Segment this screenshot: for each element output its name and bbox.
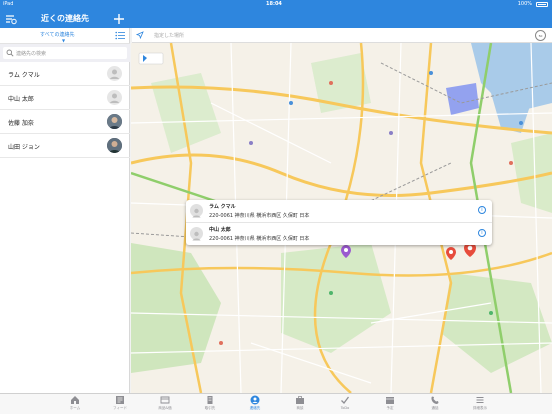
- search-placeholder: 連絡先の検索: [16, 51, 47, 57]
- status-bar: iPad 18:04 100%: [0, 0, 552, 9]
- contact-search-bar: 連絡先の検索: [0, 44, 130, 62]
- account-icon: [207, 396, 213, 404]
- check-icon: [341, 396, 350, 404]
- contacts-sidebar: すべての連絡先 ▼ 連絡先の検索 ラム クマル 中山 太郎 佐藤 加奈 山田 ジ…: [0, 28, 130, 393]
- calendar-icon: [386, 397, 394, 404]
- contact-name: 中山 太郎: [8, 96, 34, 103]
- callout-contact-row[interactable]: 中山 太郎 220-0061 神奈川県 横浜市西区 久保町 日本 i: [186, 222, 492, 244]
- contact-filter-segment[interactable]: すべての連絡先 ▼: [0, 28, 130, 44]
- avatar: [190, 227, 203, 241]
- map-location-search[interactable]: 指定した場所 50 km: [132, 28, 552, 48]
- location-arrow-icon[interactable]: [136, 31, 144, 39]
- contacts-callout: ラム クマル 220-0061 神奈川県 横浜市西区 久保町 日本 i 中山 太…: [186, 200, 492, 245]
- tab-deals[interactable]: 商談: [283, 395, 317, 414]
- callout-contact-name: ラム クマル: [209, 204, 236, 210]
- contact-row[interactable]: 佐藤 加奈: [0, 110, 130, 134]
- page-title: 近くの連絡先: [41, 14, 89, 23]
- home-icon: [71, 396, 79, 404]
- callout-contact-address: 220-0061 神奈川県 横浜市西区 久保町 日本: [209, 213, 310, 219]
- callout-contact-address: 220-0061 神奈川県 横浜市西区 久保町 日本: [209, 236, 310, 242]
- tab-more[interactable]: 詳細表示: [463, 395, 497, 414]
- contact-row[interactable]: 山田 ジョン: [0, 134, 130, 158]
- tab-home[interactable]: ホーム: [58, 395, 92, 414]
- tab-feed[interactable]: フィード: [103, 395, 137, 414]
- avatar: [107, 138, 122, 153]
- info-icon[interactable]: i: [478, 206, 486, 214]
- zoom-radius-badge[interactable]: 50 km: [535, 30, 546, 48]
- contact-name: ラム クマル: [8, 72, 40, 79]
- contact-row[interactable]: ラム クマル: [0, 62, 130, 86]
- more-icon: [476, 397, 484, 403]
- bottom-tab-bar: ホーム フィード 商品&価 取引先 連絡先 商談 ToDo 予定 通話 詳細表示: [0, 393, 552, 414]
- chevron-down-icon: ▼: [62, 38, 66, 43]
- avatar: [107, 90, 122, 105]
- catalog-icon: [160, 396, 170, 404]
- avatar: [190, 204, 203, 218]
- contact-icon: [250, 395, 260, 405]
- tab-calendar[interactable]: 予定: [373, 395, 407, 414]
- battery-percent: 100%: [517, 1, 532, 7]
- feed-icon: [116, 396, 124, 404]
- contact-search-input[interactable]: 連絡先の検索: [3, 47, 127, 59]
- avatar: [107, 114, 122, 129]
- tab-todo[interactable]: ToDo: [328, 395, 362, 414]
- contact-name: 佐藤 加奈: [8, 120, 34, 127]
- deal-icon: [296, 396, 304, 404]
- tab-contacts[interactable]: 連絡先: [238, 395, 272, 414]
- contact-name: 山田 ジョン: [8, 144, 40, 151]
- list-view-icon[interactable]: [115, 31, 125, 40]
- carrier-label: iPad: [3, 1, 14, 7]
- search-icon: [6, 49, 14, 57]
- plus-icon[interactable]: [112, 11, 126, 25]
- location-search-placeholder: 指定した場所: [154, 33, 185, 39]
- avatar: [107, 66, 122, 81]
- contact-row[interactable]: 中山 太郎: [0, 86, 130, 110]
- segment-all-contacts[interactable]: すべての連絡先: [40, 31, 74, 38]
- callout-contact-row[interactable]: ラム クマル 220-0061 神奈川県 横浜市西区 久保町 日本 i: [186, 200, 492, 222]
- contacts-navbar: 近くの連絡先: [0, 9, 130, 28]
- battery-icon: [536, 2, 548, 7]
- tab-accounts[interactable]: 取引先: [193, 395, 227, 414]
- callout-contact-name: 中山 太郎: [209, 227, 231, 233]
- tab-catalog[interactable]: 商品&価: [148, 395, 182, 414]
- info-icon[interactable]: i: [478, 229, 486, 237]
- tab-calls[interactable]: 通話: [418, 395, 452, 414]
- map-navbar: [130, 9, 552, 28]
- clock: 18:04: [266, 1, 282, 7]
- phone-icon: [431, 396, 439, 404]
